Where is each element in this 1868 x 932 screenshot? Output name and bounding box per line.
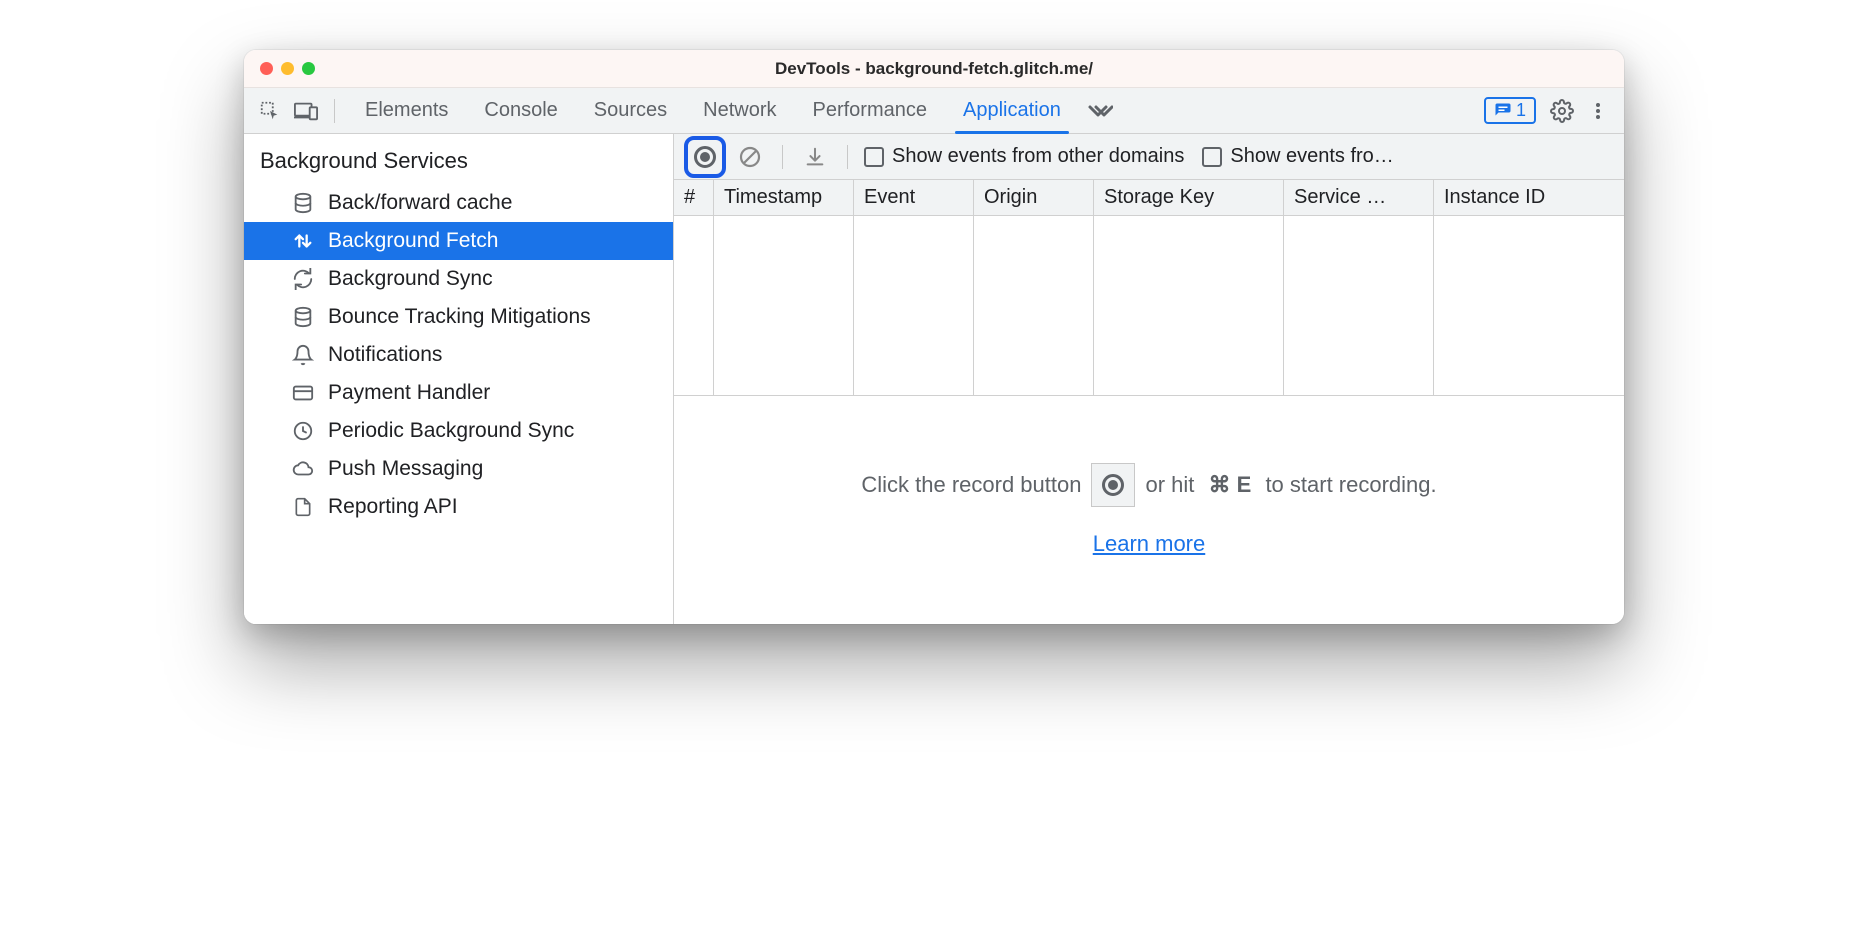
events-table-header: # Timestamp Event Origin Storage Key Ser…: [674, 180, 1624, 216]
sidebar-heading: Background Services: [244, 134, 673, 184]
recording-hint: Click the record button or hit ⌘ E to st…: [861, 463, 1436, 507]
col-origin[interactable]: Origin: [974, 180, 1094, 215]
checkbox-icon: [1202, 147, 1222, 167]
sync-icon: [290, 266, 316, 292]
more-tabs-button[interactable]: [1079, 102, 1121, 120]
settings-icon[interactable]: [1546, 95, 1578, 127]
traffic-lights: [244, 62, 315, 75]
window-title: DevTools - background-fetch.glitch.me/: [244, 59, 1624, 79]
cloud-icon: [290, 456, 316, 482]
sidebar-item-label: Bounce Tracking Mitigations: [328, 305, 591, 329]
sidebar-item-back-forward-cache[interactable]: Back/forward cache: [244, 184, 673, 222]
inline-record-icon: [1091, 463, 1135, 507]
tab-console[interactable]: Console: [466, 89, 575, 133]
empty-state: Click the record button or hit ⌘ E to st…: [674, 396, 1624, 624]
maximize-window-button[interactable]: [302, 62, 315, 75]
sidebar-item-label: Notifications: [328, 343, 442, 367]
sidebar-item-label: Background Sync: [328, 267, 493, 291]
issues-badge[interactable]: 1: [1484, 97, 1536, 124]
hint-post: to start recording.: [1265, 472, 1436, 498]
hint-mid: or hit: [1145, 472, 1194, 498]
sidebar-item-notifications[interactable]: Notifications: [244, 336, 673, 374]
checkbox-label: Show events fro…: [1230, 145, 1393, 168]
main-toolbar: Elements Console Sources Network Perform…: [244, 88, 1624, 134]
bell-icon: [290, 342, 316, 368]
events-table-body: [674, 216, 1624, 396]
tab-network[interactable]: Network: [685, 89, 794, 133]
record-button[interactable]: [684, 136, 726, 178]
content-area: Background Services Back/forward cache B…: [244, 134, 1624, 624]
sidebar-item-label: Periodic Background Sync: [328, 419, 574, 443]
checkbox-icon: [864, 147, 884, 167]
clear-button[interactable]: [734, 141, 766, 173]
minimize-window-button[interactable]: [281, 62, 294, 75]
device-toolbar-icon[interactable]: [290, 95, 322, 127]
col-index[interactable]: #: [674, 180, 714, 215]
main-panel: Show events from other domains Show even…: [674, 134, 1624, 624]
show-other-domains-checkbox[interactable]: Show events from other domains: [864, 145, 1184, 168]
divider: [847, 145, 848, 169]
divider: [334, 99, 335, 123]
col-event[interactable]: Event: [854, 180, 974, 215]
sidebar-item-bounce-tracking[interactable]: Bounce Tracking Mitigations: [244, 298, 673, 336]
sidebar-item-periodic-sync[interactable]: Periodic Background Sync: [244, 412, 673, 450]
close-window-button[interactable]: [260, 62, 273, 75]
inspect-element-icon[interactable]: [254, 95, 286, 127]
tab-application[interactable]: Application: [945, 89, 1079, 133]
tab-performance[interactable]: Performance: [795, 89, 946, 133]
record-icon: [694, 146, 716, 168]
database-icon: [290, 190, 316, 216]
col-timestamp[interactable]: Timestamp: [714, 180, 854, 215]
action-bar: Show events from other domains Show even…: [674, 134, 1624, 180]
sidebar-item-label: Background Fetch: [328, 229, 498, 253]
application-sidebar: Background Services Back/forward cache B…: [244, 134, 674, 624]
show-other-storage-checkbox[interactable]: Show events fro…: [1202, 145, 1393, 168]
hint-shortcut: ⌘ E: [1209, 472, 1252, 498]
database-icon: [290, 304, 316, 330]
sidebar-item-background-sync[interactable]: Background Sync: [244, 260, 673, 298]
sidebar-item-label: Back/forward cache: [328, 191, 512, 215]
sidebar-item-reporting-api[interactable]: Reporting API: [244, 488, 673, 526]
more-options-icon[interactable]: [1582, 95, 1614, 127]
credit-card-icon: [290, 380, 316, 406]
sidebar-item-push-messaging[interactable]: Push Messaging: [244, 450, 673, 488]
sidebar-item-background-fetch[interactable]: Background Fetch: [244, 222, 673, 260]
issues-count: 1: [1516, 100, 1526, 121]
divider: [782, 145, 783, 169]
col-service[interactable]: Service …: [1284, 180, 1434, 215]
devtools-window: DevTools - background-fetch.glitch.me/ E…: [244, 50, 1624, 624]
col-storage-key[interactable]: Storage Key: [1094, 180, 1284, 215]
titlebar: DevTools - background-fetch.glitch.me/: [244, 50, 1624, 88]
file-icon: [290, 494, 316, 520]
save-events-button[interactable]: [799, 141, 831, 173]
arrows-up-down-icon: [290, 228, 316, 254]
sidebar-item-label: Reporting API: [328, 495, 458, 519]
sidebar-item-payment-handler[interactable]: Payment Handler: [244, 374, 673, 412]
clock-icon: [290, 418, 316, 444]
tab-elements[interactable]: Elements: [347, 89, 466, 133]
learn-more-link[interactable]: Learn more: [1093, 531, 1206, 557]
hint-pre: Click the record button: [861, 472, 1081, 498]
panel-tabs: Elements Console Sources Network Perform…: [347, 89, 1474, 133]
tab-sources[interactable]: Sources: [576, 89, 685, 133]
checkbox-label: Show events from other domains: [892, 145, 1184, 168]
sidebar-item-label: Payment Handler: [328, 381, 490, 405]
sidebar-item-label: Push Messaging: [328, 457, 483, 481]
col-instance-id[interactable]: Instance ID: [1434, 180, 1624, 215]
